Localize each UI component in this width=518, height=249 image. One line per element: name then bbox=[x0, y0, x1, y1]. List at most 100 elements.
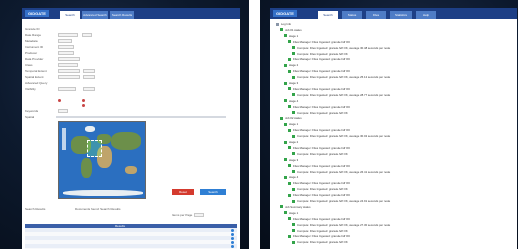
status-ok-icon bbox=[284, 211, 287, 215]
metadata-input[interactable] bbox=[58, 39, 72, 43]
status-ok-icon bbox=[280, 205, 283, 209]
producer-input[interactable] bbox=[58, 51, 74, 55]
tree-item-label: Compute: Files Ingested: granule.hdf OK bbox=[297, 240, 348, 245]
status-ok-icon bbox=[288, 146, 291, 150]
form-row-instrument: Instrument ID bbox=[25, 45, 135, 50]
items-per-page-select[interactable] bbox=[194, 213, 204, 217]
tree-item-label: Compute: Files Ingested: granule.hdf OK,… bbox=[297, 134, 391, 139]
status-window: GIDGATE Search Status Files Statistics H… bbox=[270, 8, 517, 249]
tree-item-label: Files Manager: Files Ingested: granule.h… bbox=[293, 145, 351, 150]
app-logo: GIDGATE bbox=[273, 10, 297, 17]
australia-shape bbox=[125, 166, 137, 174]
form-row-producer: Producer bbox=[25, 51, 135, 56]
status-ok-icon bbox=[292, 187, 295, 191]
right-screenshot: GIDGATE Search Status Files Statistics H… bbox=[260, 0, 518, 249]
field-label: Granule ID bbox=[25, 27, 40, 31]
instrument-input[interactable] bbox=[58, 45, 74, 49]
tab-search[interactable]: Search bbox=[318, 11, 338, 19]
tab-files[interactable]: Files bbox=[366, 11, 386, 19]
tree-item-label: Compute: Files Ingested: granule.hdf OK,… bbox=[297, 222, 391, 227]
field-label: Data Provider bbox=[25, 57, 44, 61]
field-label: Advanced Query bbox=[25, 81, 48, 85]
tree-item-label: Compute: Files Ingested: granule.hdf OK bbox=[297, 110, 348, 115]
form-row-provider: Data Provider bbox=[25, 57, 135, 62]
tree-item-label: stage 1 bbox=[289, 210, 299, 215]
status-ok-icon bbox=[292, 229, 295, 232]
radio-option-b[interactable] bbox=[82, 99, 85, 102]
field-label: Date Range bbox=[25, 33, 42, 37]
tree-item-label: Compute: Files Ingested: granule.hdf OK,… bbox=[297, 92, 391, 97]
status-ok-icon bbox=[284, 63, 287, 67]
field-label: Keywords bbox=[25, 109, 39, 113]
status-ok-icon bbox=[288, 87, 291, 91]
map-toolbar bbox=[56, 116, 226, 118]
status-ok-icon bbox=[284, 140, 287, 144]
tree-item-label: Files Manager: Files Ingested: granule.h… bbox=[293, 193, 351, 198]
tree-item-label: Job Summary status bbox=[285, 204, 311, 209]
tree-item-label: Compute: Files Ingested: granule.hdf OK,… bbox=[297, 199, 391, 203]
tree-item-label: Compute: Files Ingested: granule.hdf OK bbox=[297, 151, 348, 156]
search-button[interactable]: Search bbox=[200, 189, 226, 195]
world-map[interactable] bbox=[58, 121, 146, 199]
field-label: Temporal Extent bbox=[25, 69, 47, 73]
status-ok-icon bbox=[288, 57, 291, 61]
map-zoom-control[interactable] bbox=[62, 128, 66, 150]
spatial-input[interactable] bbox=[58, 75, 80, 79]
visibility-input[interactable] bbox=[58, 87, 76, 91]
status-ok-icon bbox=[284, 175, 287, 179]
tab-statistics[interactable]: Statistics bbox=[390, 11, 412, 19]
status-ok-icon bbox=[284, 34, 287, 38]
tree-item-label: Files Manager: Files Ingested: granule.h… bbox=[293, 181, 351, 186]
form-row-visibility: Visibility bbox=[25, 87, 135, 92]
status-ok-icon bbox=[292, 111, 295, 114]
date-select[interactable] bbox=[82, 33, 92, 37]
top-nav-bar: GIDGATE Search Status Files Statistics H… bbox=[270, 8, 517, 19]
tree-item-label: Files Manager: Files Ingested: granule.h… bbox=[293, 69, 351, 74]
tree-item-label: Files Manager: Files Ingested: granule.h… bbox=[293, 163, 351, 168]
temporal-select[interactable] bbox=[83, 69, 95, 73]
tree-item-label: stage 2 bbox=[289, 140, 299, 144]
status-ok-icon bbox=[288, 40, 291, 44]
class-input[interactable] bbox=[58, 63, 78, 67]
reset-button[interactable]: Reset bbox=[172, 189, 194, 195]
radio-option-c[interactable] bbox=[82, 104, 85, 107]
status-ok-icon bbox=[288, 105, 291, 109]
tab-help[interactable]: Help bbox=[416, 11, 436, 19]
tab-status[interactable]: Status bbox=[342, 11, 362, 19]
tree-item-label: Compute: Files Ingested: granule.hdf OK,… bbox=[297, 75, 391, 80]
form-row-spatial: Spatial Extent bbox=[25, 75, 135, 80]
tree-item-label: Job #1 status bbox=[285, 27, 302, 32]
status-ok-icon bbox=[280, 28, 283, 32]
status-ok-icon bbox=[292, 240, 295, 244]
status-ok-icon bbox=[288, 234, 291, 238]
status-ok-icon bbox=[284, 99, 287, 103]
results-label: Search Results bbox=[25, 207, 46, 211]
items-per-page-label: Items per Page bbox=[172, 213, 193, 217]
provider-input[interactable] bbox=[58, 57, 80, 61]
tab-advanced-search[interactable]: Advanced Search bbox=[82, 11, 108, 19]
visibility-select[interactable] bbox=[83, 87, 95, 91]
status-ok-icon bbox=[288, 128, 291, 132]
keywords-input[interactable] bbox=[58, 109, 68, 113]
status-ok-icon bbox=[292, 199, 295, 203]
date-input[interactable] bbox=[58, 33, 78, 37]
tree-item-label: Files Manager: Files Ingested: granule.h… bbox=[293, 128, 351, 133]
radio-option-a[interactable] bbox=[58, 99, 61, 102]
tab-search-results[interactable]: Search Results bbox=[110, 11, 134, 19]
status-ok-icon bbox=[292, 152, 295, 156]
form-row-keywords: Keywords bbox=[25, 109, 135, 114]
tab-search[interactable]: Search bbox=[60, 11, 80, 19]
antarctica-shape bbox=[63, 190, 143, 196]
field-label: Class bbox=[25, 63, 33, 67]
temporal-input[interactable] bbox=[58, 69, 80, 73]
field-label: Visibility bbox=[25, 87, 36, 91]
tree-item-label: Files Manager: Files Ingested: granule.h… bbox=[293, 234, 351, 239]
selection-bounding-box[interactable] bbox=[87, 140, 102, 157]
tree-item-label: stage 4 bbox=[289, 175, 299, 180]
tree-item-label: Compute: Files Ingested: granule.hdf OK,… bbox=[297, 45, 391, 50]
status-ok-icon bbox=[292, 46, 295, 50]
form-row-date: Date Range bbox=[25, 33, 135, 38]
status-ok-icon bbox=[284, 122, 287, 126]
spatial-select[interactable] bbox=[83, 75, 95, 79]
tree-item-label: stage 4 bbox=[289, 98, 299, 103]
